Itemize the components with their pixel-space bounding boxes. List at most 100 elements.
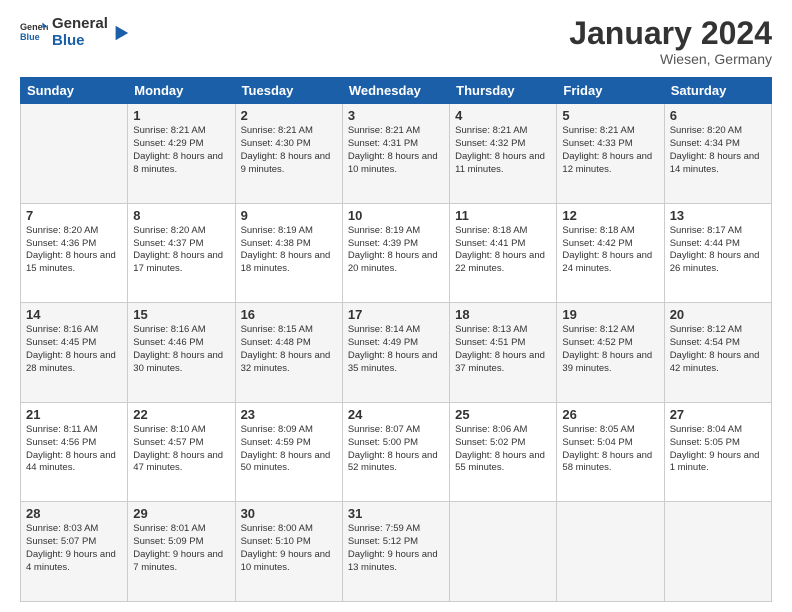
day-number: 27 bbox=[670, 407, 766, 422]
calendar-row-2: 14 Sunrise: 8:16 AMSunset: 4:45 PMDayligh… bbox=[21, 303, 772, 403]
calendar-cell: 14 Sunrise: 8:16 AMSunset: 4:45 PMDayligh… bbox=[21, 303, 128, 403]
day-number: 2 bbox=[241, 108, 337, 123]
day-number: 13 bbox=[670, 208, 766, 223]
cell-content: Sunrise: 8:20 AMSunset: 4:34 PMDaylight:… bbox=[670, 125, 766, 176]
calendar-cell: 13 Sunrise: 8:17 AMSunset: 4:44 PMDayligh… bbox=[664, 203, 771, 303]
day-number: 15 bbox=[133, 307, 229, 322]
calendar-row-4: 28Sunrise: 8:03 AMSunset: 5:07 PMDayligh… bbox=[21, 502, 772, 602]
day-number: 11 bbox=[455, 208, 551, 223]
calendar-cell: 31 Sunrise: 7:59 AMSunset: 5:12 PMDayligh… bbox=[342, 502, 449, 602]
cell-content: Sunrise: 8:14 AMSunset: 4:49 PMDaylight:… bbox=[348, 324, 444, 375]
calendar-cell: 25 Sunrise: 8:06 AMSunset: 5:02 PMDayligh… bbox=[450, 402, 557, 502]
calendar-cell: 4 Sunrise: 8:21 AMSunset: 4:32 PMDaylight… bbox=[450, 104, 557, 204]
calendar-row-0: 1Sunrise: 8:21 AMSunset: 4:29 PMDaylight… bbox=[21, 104, 772, 204]
location: Wiesen, Germany bbox=[569, 51, 772, 67]
day-number: 29 bbox=[133, 506, 229, 521]
logo: General Blue General Blue bbox=[20, 16, 130, 49]
cell-content: Sunrise: 7:59 AMSunset: 5:12 PMDaylight:… bbox=[348, 523, 444, 574]
calendar-cell: 3 Sunrise: 8:21 AMSunset: 4:31 PMDaylight… bbox=[342, 104, 449, 204]
cell-content: Sunrise: 8:12 AMSunset: 4:52 PMDaylight:… bbox=[562, 324, 658, 375]
day-number: 3 bbox=[348, 108, 444, 123]
day-number: 6 bbox=[670, 108, 766, 123]
cell-content: Sunrise: 8:11 AMSunset: 4:56 PMDaylight:… bbox=[26, 424, 122, 475]
month-title: January 2024 bbox=[569, 16, 772, 51]
day-number: 12 bbox=[562, 208, 658, 223]
title-block: January 2024 Wiesen, Germany bbox=[569, 16, 772, 67]
day-number: 20 bbox=[670, 307, 766, 322]
col-friday: Friday bbox=[557, 78, 664, 104]
calendar-cell: 18 Sunrise: 8:13 AMSunset: 4:51 PMDayligh… bbox=[450, 303, 557, 403]
calendar-cell bbox=[450, 502, 557, 602]
cell-content: Sunrise: 8:20 AMSunset: 4:37 PMDaylight:… bbox=[133, 225, 229, 276]
day-number: 31 bbox=[348, 506, 444, 521]
cell-content: Sunrise: 8:21 AMSunset: 4:31 PMDaylight:… bbox=[348, 125, 444, 176]
calendar-row-1: 7 Sunrise: 8:20 AMSunset: 4:36 PMDaylight… bbox=[21, 203, 772, 303]
cell-content: Sunrise: 8:18 AMSunset: 4:41 PMDaylight:… bbox=[455, 225, 551, 276]
cell-content: Sunrise: 8:01 AMSunset: 5:09 PMDaylight:… bbox=[133, 523, 229, 574]
day-number: 7 bbox=[26, 208, 122, 223]
day-number: 4 bbox=[455, 108, 551, 123]
cell-content: Sunrise: 8:13 AMSunset: 4:51 PMDaylight:… bbox=[455, 324, 551, 375]
day-number: 18 bbox=[455, 307, 551, 322]
col-tuesday: Tuesday bbox=[235, 78, 342, 104]
cell-content: Sunrise: 8:06 AMSunset: 5:02 PMDaylight:… bbox=[455, 424, 551, 475]
cell-content: Sunrise: 8:12 AMSunset: 4:54 PMDaylight:… bbox=[670, 324, 766, 375]
calendar-table: Sunday Monday Tuesday Wednesday Thursday… bbox=[20, 77, 772, 602]
logo-icon: General Blue bbox=[20, 19, 48, 47]
day-number: 1 bbox=[133, 108, 229, 123]
calendar-cell: 7 Sunrise: 8:20 AMSunset: 4:36 PMDaylight… bbox=[21, 203, 128, 303]
cell-content: Sunrise: 8:17 AMSunset: 4:44 PMDaylight:… bbox=[670, 225, 766, 276]
calendar-cell: 22 Sunrise: 8:10 AMSunset: 4:57 PMDayligh… bbox=[128, 402, 235, 502]
day-number: 5 bbox=[562, 108, 658, 123]
calendar-cell: 21Sunrise: 8:11 AMSunset: 4:56 PMDayligh… bbox=[21, 402, 128, 502]
calendar-cell: 29 Sunrise: 8:01 AMSunset: 5:09 PMDayligh… bbox=[128, 502, 235, 602]
col-thursday: Thursday bbox=[450, 78, 557, 104]
calendar-row-3: 21Sunrise: 8:11 AMSunset: 4:56 PMDayligh… bbox=[21, 402, 772, 502]
calendar-cell: 6 Sunrise: 8:20 AMSunset: 4:34 PMDaylight… bbox=[664, 104, 771, 204]
svg-text:Blue: Blue bbox=[20, 32, 40, 42]
day-number: 24 bbox=[348, 407, 444, 422]
cell-content: Sunrise: 8:21 AMSunset: 4:30 PMDaylight:… bbox=[241, 125, 337, 176]
calendar-cell bbox=[664, 502, 771, 602]
cell-content: Sunrise: 8:21 AMSunset: 4:32 PMDaylight:… bbox=[455, 125, 551, 176]
day-number: 16 bbox=[241, 307, 337, 322]
calendar-cell: 17 Sunrise: 8:14 AMSunset: 4:49 PMDayligh… bbox=[342, 303, 449, 403]
calendar-cell: 5Sunrise: 8:21 AMSunset: 4:33 PMDaylight… bbox=[557, 104, 664, 204]
calendar-cell: 20 Sunrise: 8:12 AMSunset: 4:54 PMDayligh… bbox=[664, 303, 771, 403]
page: General Blue General Blue January 2024 W… bbox=[0, 0, 792, 612]
cell-content: Sunrise: 8:19 AMSunset: 4:39 PMDaylight:… bbox=[348, 225, 444, 276]
day-number: 25 bbox=[455, 407, 551, 422]
calendar-cell: 26Sunrise: 8:05 AMSunset: 5:04 PMDayligh… bbox=[557, 402, 664, 502]
cell-content: Sunrise: 8:15 AMSunset: 4:48 PMDaylight:… bbox=[241, 324, 337, 375]
cell-content: Sunrise: 8:10 AMSunset: 4:57 PMDaylight:… bbox=[133, 424, 229, 475]
calendar-cell: 19 Sunrise: 8:12 AMSunset: 4:52 PMDayligh… bbox=[557, 303, 664, 403]
cell-content: Sunrise: 8:09 AMSunset: 4:59 PMDaylight:… bbox=[241, 424, 337, 475]
calendar-cell: 28Sunrise: 8:03 AMSunset: 5:07 PMDayligh… bbox=[21, 502, 128, 602]
calendar-cell: 11 Sunrise: 8:18 AMSunset: 4:41 PMDayligh… bbox=[450, 203, 557, 303]
day-number: 9 bbox=[241, 208, 337, 223]
header: General Blue General Blue January 2024 W… bbox=[20, 16, 772, 67]
calendar-cell: 23Sunrise: 8:09 AMSunset: 4:59 PMDayligh… bbox=[235, 402, 342, 502]
cell-content: Sunrise: 8:18 AMSunset: 4:42 PMDaylight:… bbox=[562, 225, 658, 276]
calendar-cell: 24Sunrise: 8:07 AMSunset: 5:00 PMDayligh… bbox=[342, 402, 449, 502]
day-number: 17 bbox=[348, 307, 444, 322]
day-number: 22 bbox=[133, 407, 229, 422]
col-sunday: Sunday bbox=[21, 78, 128, 104]
calendar-cell: 16 Sunrise: 8:15 AMSunset: 4:48 PMDayligh… bbox=[235, 303, 342, 403]
day-number: 14 bbox=[26, 307, 122, 322]
day-number: 8 bbox=[133, 208, 229, 223]
cell-content: Sunrise: 8:03 AMSunset: 5:07 PMDaylight:… bbox=[26, 523, 122, 574]
cell-content: Sunrise: 8:00 AMSunset: 5:10 PMDaylight:… bbox=[241, 523, 337, 574]
day-number: 19 bbox=[562, 307, 658, 322]
calendar-cell: 27Sunrise: 8:04 AMSunset: 5:05 PMDayligh… bbox=[664, 402, 771, 502]
cell-content: Sunrise: 8:16 AMSunset: 4:46 PMDaylight:… bbox=[133, 324, 229, 375]
day-number: 30 bbox=[241, 506, 337, 521]
calendar-cell: 12 Sunrise: 8:18 AMSunset: 4:42 PMDayligh… bbox=[557, 203, 664, 303]
logo-blue: Blue bbox=[52, 33, 108, 50]
calendar-cell: 9Sunrise: 8:19 AMSunset: 4:38 PMDaylight… bbox=[235, 203, 342, 303]
logo-arrow-icon bbox=[112, 24, 130, 42]
col-monday: Monday bbox=[128, 78, 235, 104]
cell-content: Sunrise: 8:20 AMSunset: 4:36 PMDaylight:… bbox=[26, 225, 122, 276]
col-wednesday: Wednesday bbox=[342, 78, 449, 104]
cell-content: Sunrise: 8:16 AMSunset: 4:45 PMDaylight:… bbox=[26, 324, 122, 375]
